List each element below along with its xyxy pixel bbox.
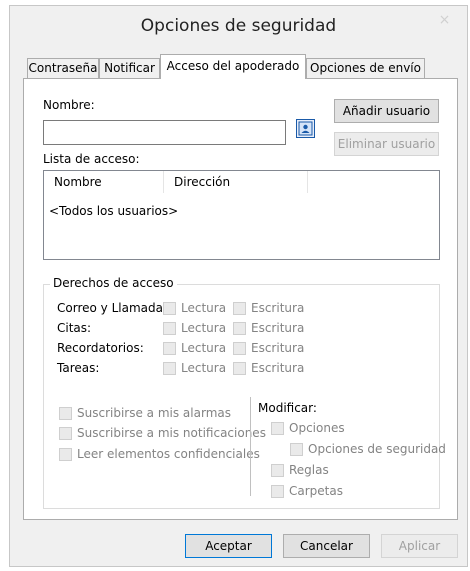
subscribe-notifications-checkbox[interactable]: [59, 427, 72, 440]
write-label: Escritura: [251, 301, 305, 315]
read-confidential-checkbox[interactable]: [59, 448, 72, 461]
subscribe-notifications-label: Suscribirse a mis notificaciones: [77, 426, 266, 440]
write-checkbox-mail[interactable]: [233, 302, 246, 315]
close-button[interactable]: ×: [422, 6, 467, 34]
modify-options-label: Opciones: [289, 421, 345, 435]
tab-label: Notificar: [104, 61, 155, 75]
write-label: Escritura: [251, 341, 305, 355]
write-label: Escritura: [251, 321, 305, 335]
modify-rules-checkbox[interactable]: [271, 464, 284, 477]
column-header-address[interactable]: Dirección: [164, 171, 308, 193]
name-label: Nombre:: [43, 98, 95, 112]
read-label: Lectura: [181, 301, 227, 315]
modify-security-options-label: Opciones de seguridad: [308, 442, 446, 456]
dialog-title: Opciones de seguridad: [140, 16, 337, 36]
access-list-label: Lista de acceso:: [43, 152, 140, 166]
tab-contrasena[interactable]: Contraseña: [27, 58, 99, 78]
modify-label: Modificar:: [258, 401, 317, 415]
read-checkbox-mail[interactable]: [163, 302, 176, 315]
modify-security-options-checkbox[interactable]: [290, 443, 303, 456]
ok-button[interactable]: Aceptar: [185, 534, 272, 558]
remove-user-label: Eliminar usuario: [337, 137, 436, 151]
subscribe-alarms-label: Suscribirse a mis alarmas: [77, 406, 231, 420]
cancel-label: Cancelar: [300, 539, 353, 553]
modify-options-checkbox[interactable]: [271, 422, 284, 435]
column-header-name[interactable]: Nombre: [44, 171, 164, 193]
access-rights-group: [43, 284, 440, 509]
access-rights-legend: Derechos de acceso: [50, 276, 177, 290]
title-bar: Opciones de seguridad ×: [10, 6, 467, 48]
close-icon: ×: [438, 12, 451, 28]
name-input[interactable]: [43, 120, 286, 145]
list-item[interactable]: <Todos los usuarios>: [49, 204, 178, 218]
tab-label: Opciones de envío: [310, 61, 421, 75]
tab-notificar[interactable]: Notificar: [99, 58, 160, 78]
rights-label-reminders: Recordatorios:: [57, 341, 144, 355]
rights-label-tasks: Tareas:: [57, 361, 100, 375]
write-checkbox-appointments[interactable]: [233, 322, 246, 335]
read-label: Lectura: [181, 321, 227, 335]
read-label: Lectura: [181, 361, 227, 375]
tab-label: Acceso del apoderado: [166, 59, 300, 73]
write-checkbox-tasks[interactable]: [233, 362, 246, 375]
tab-label: Contraseña: [28, 61, 98, 75]
access-list[interactable]: Nombre Dirección <Todos los usuarios>: [43, 170, 440, 260]
read-checkbox-reminders[interactable]: [163, 342, 176, 355]
tab-opciones-envio[interactable]: Opciones de envío: [306, 58, 425, 78]
add-user-button[interactable]: Añadir usuario: [334, 99, 439, 123]
subscribe-alarms-checkbox[interactable]: [59, 407, 72, 420]
apply-button[interactable]: Aplicar: [381, 534, 458, 558]
read-label: Lectura: [181, 341, 227, 355]
cancel-button[interactable]: Cancelar: [283, 534, 370, 558]
remove-user-button[interactable]: Eliminar usuario: [334, 132, 439, 156]
apply-label: Aplicar: [398, 539, 441, 553]
modify-folders-label: Carpetas: [289, 484, 343, 498]
address-book-button[interactable]: [296, 119, 315, 138]
write-label: Escritura: [251, 361, 305, 375]
tab-acceso-apoderado[interactable]: Acceso del apoderado: [160, 54, 306, 79]
vertical-separator: [250, 397, 251, 496]
read-confidential-label: Leer elementos confidenciales: [77, 447, 260, 461]
read-checkbox-appointments[interactable]: [163, 322, 176, 335]
address-book-icon: [298, 121, 313, 136]
rights-label-mail: Correo y Llamada:: [57, 301, 167, 315]
read-checkbox-tasks[interactable]: [163, 362, 176, 375]
ok-label: Aceptar: [205, 539, 252, 553]
modify-folders-checkbox[interactable]: [271, 485, 284, 498]
write-checkbox-reminders[interactable]: [233, 342, 246, 355]
rights-label-appointments: Citas:: [57, 321, 92, 335]
modify-rules-label: Reglas: [289, 463, 329, 477]
add-user-label: Añadir usuario: [342, 104, 431, 118]
